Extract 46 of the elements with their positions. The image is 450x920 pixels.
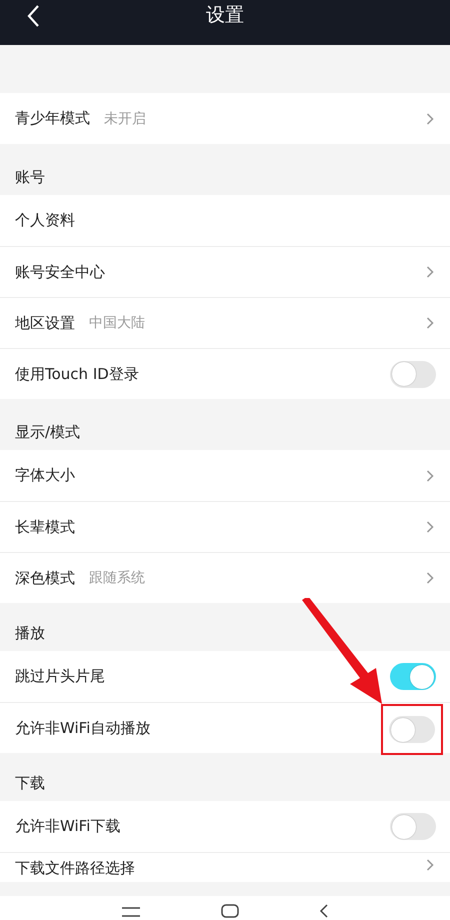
toggle-switch[interactable]: [390, 360, 436, 388]
row-label: 下载文件路径选择: [15, 859, 135, 878]
row-label: 允许非WiFi自动播放: [15, 718, 150, 738]
page-title: 设置: [206, 2, 244, 28]
settings-row[interactable]: 长辈模式: [0, 501, 450, 552]
settings-row[interactable]: 使用Touch ID登录: [0, 348, 450, 399]
section-title: 显示/模式: [15, 423, 80, 442]
settings-row[interactable]: 允许非WiFi下载: [0, 801, 450, 852]
row-label: 账号安全中心: [15, 262, 105, 282]
row-label: 使用Touch ID登录: [15, 364, 139, 384]
settings-row[interactable]: 允许非WiFi自动播放: [0, 702, 450, 753]
back-icon[interactable]: [319, 904, 329, 918]
section-title: 播放: [15, 624, 45, 643]
row-label: 跳过片头片尾: [15, 667, 105, 686]
settings-row[interactable]: 账号安全中心: [0, 246, 450, 297]
chevron-icon: [426, 266, 434, 278]
settings-row[interactable]: 跳过片头片尾: [0, 651, 450, 702]
toggle-switch[interactable]: [389, 716, 435, 743]
section-title: 下载: [15, 774, 45, 793]
chevron-icon: [426, 112, 434, 124]
chevron-icon: [426, 470, 434, 482]
settings-row[interactable]: 青少年模式 未开启: [0, 93, 450, 144]
row-label: 个人资料: [15, 211, 75, 230]
row-label: 青少年模式: [15, 109, 90, 128]
chevron-icon: [426, 521, 434, 533]
row-label: 允许非WiFi下载: [15, 817, 120, 836]
menu-icon[interactable]: [121, 906, 141, 918]
row-value: 跟随系统: [89, 569, 145, 587]
section-title: 账号: [15, 168, 45, 187]
chevron-icon: [426, 317, 434, 329]
toggle-switch[interactable]: [390, 813, 436, 840]
settings-row[interactable]: 地区设置 中国大陆: [0, 297, 450, 348]
toggle-switch[interactable]: [390, 663, 436, 690]
settings-row[interactable]: 字体大小: [0, 450, 450, 501]
settings-row[interactable]: 深色模式 跟随系统: [0, 552, 450, 603]
row-label: 深色模式: [15, 568, 75, 588]
row-label: 地区设置: [15, 314, 75, 332]
row-value: 中国大陆: [89, 314, 145, 332]
chevron-icon: [426, 572, 434, 584]
settings-row[interactable]: 个人资料: [0, 195, 450, 246]
row-label: 字体大小: [15, 466, 75, 485]
chevron-icon: [426, 859, 434, 871]
home-icon[interactable]: [221, 904, 239, 918]
settings-row[interactable]: 下载文件路径选择: [0, 852, 450, 882]
row-label: 长辈模式: [15, 518, 75, 536]
row-value: 未开启: [104, 110, 146, 128]
